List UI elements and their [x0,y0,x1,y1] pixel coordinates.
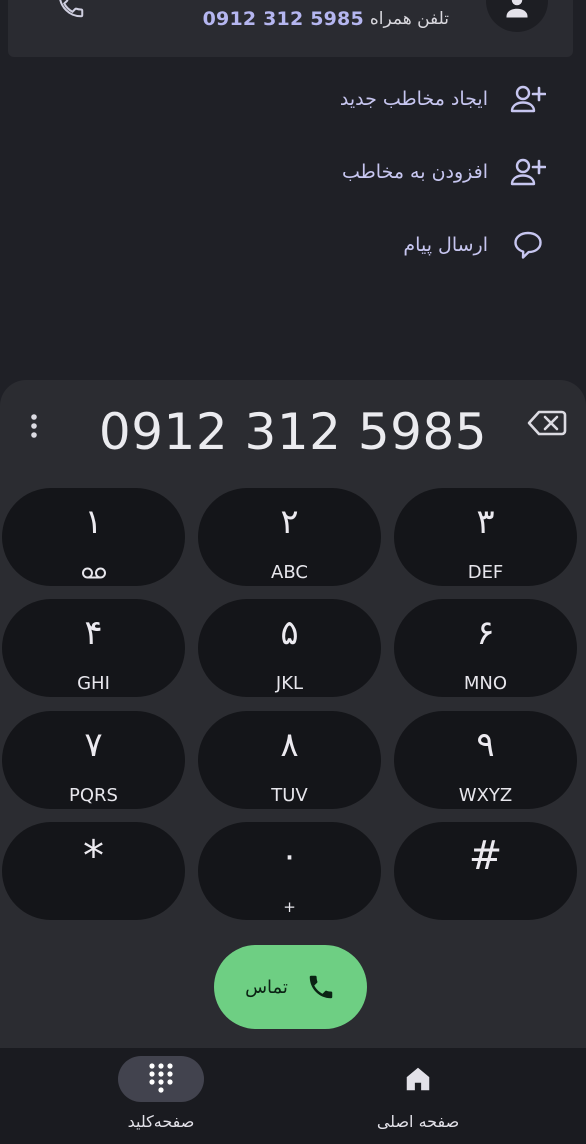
nav-keypad-label: صفحه‌کلید [127,1112,195,1131]
key-6[interactable]: ۶ MNO [394,599,577,697]
person-icon [506,0,528,18]
nav-keypad-pill[interactable] [118,1056,204,1102]
add-to-contact-action[interactable]: افزودن به مخاطب [0,147,586,197]
key-9[interactable]: ۹ WXYZ [394,711,577,809]
create-contact-action[interactable]: ایجاد مخاطب جدید [0,74,586,124]
key-0[interactable]: ۰ + [198,822,381,920]
bottom-nav: صفحه‌کلید صفحه اصلی [0,1048,586,1144]
avatar [486,0,548,32]
key-2[interactable]: ۲ ABC [198,488,381,586]
action-label: ارسال پیام [403,234,488,256]
action-label: افزودن به مخاطب [342,161,488,183]
action-label: ایجاد مخاطب جدید [339,88,488,110]
key-digit: ۰ [280,836,299,876]
dialer-screen: 0912 312 5985 تلفن همراه ایجاد مخاطب جدی… [0,0,586,1144]
key-letters: ABC [271,562,308,583]
key-letters: TUV [271,785,308,806]
key-digit: ۷ [84,725,103,765]
phone-icon[interactable] [56,0,86,20]
call-button[interactable]: تماس [214,945,367,1029]
key-letters: PQRS [69,785,118,806]
key-digit: ۴ [84,613,103,653]
dialpad-icon [149,1063,173,1093]
send-message-action[interactable]: ارسال پیام [0,220,586,270]
key-letters: + [283,898,296,916]
key-hash[interactable]: # [394,822,577,920]
nav-keypad[interactable]: صفحه‌کلید [81,1056,241,1131]
home-icon [406,1067,430,1091]
key-star[interactable]: * [2,822,185,920]
key-letters: GHI [77,673,110,694]
key-digit: ۵ [280,613,299,653]
key-digit: ۸ [280,725,299,765]
key-4[interactable]: ۴ GHI [2,599,185,697]
key-5[interactable]: ۵ JKL [198,599,381,697]
message-bubble-icon [508,225,548,265]
key-digit: ۱ [84,502,103,542]
voicemail-icon [81,562,107,584]
key-letters: JKL [275,673,304,694]
call-label: تماس [245,976,288,998]
add-person-icon [508,79,548,119]
key-3[interactable]: ۳ DEF [394,488,577,586]
nav-home[interactable]: صفحه اصلی [338,1056,498,1131]
key-1[interactable]: ۱ [2,488,185,586]
key-digit: ۲ [280,502,299,542]
key-digit: * [83,831,104,880]
contact-info: 0912 312 5985 تلفن همراه [203,8,449,30]
key-8[interactable]: ۸ TUV [198,711,381,809]
key-digit: # [468,833,503,879]
dialed-number[interactable]: 0912 312 5985 [0,392,586,472]
contact-number: 0912 312 5985 [202,8,364,30]
key-letters: MNO [463,673,508,694]
contact-label: تلفن همراه [369,9,449,29]
nav-home-label: صفحه اصلی [376,1112,460,1131]
key-7[interactable]: ۷ PQRS [2,711,185,809]
backspace-icon[interactable] [527,408,567,438]
add-person-icon [508,152,548,192]
key-digit: ۶ [476,613,495,653]
phone-icon [309,975,333,999]
key-digit: ۹ [476,725,495,765]
contact-card[interactable]: 0912 312 5985 تلفن همراه [8,0,573,57]
key-letters: DEF [467,562,504,583]
key-letters: WXYZ [458,785,513,806]
nav-home-pill[interactable] [375,1056,461,1102]
key-digit: ۳ [476,502,495,542]
